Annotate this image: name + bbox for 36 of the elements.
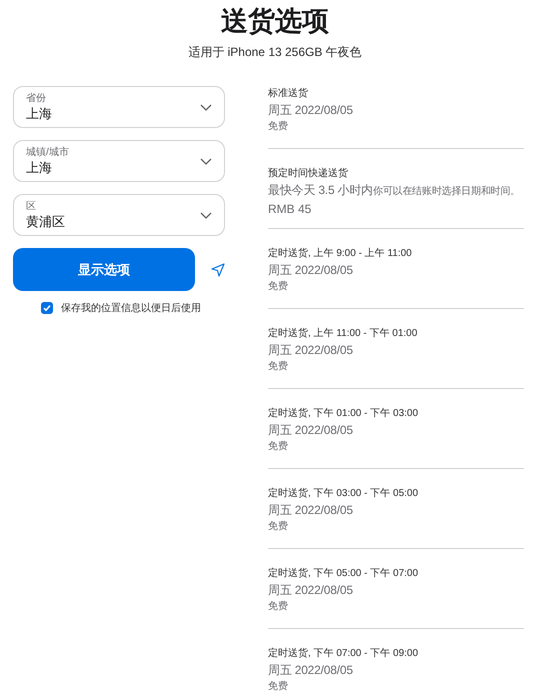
delivery-date: 周五 2022/08/05 (268, 102, 354, 119)
option-price: 免费 (268, 280, 289, 294)
option-price: 免费 (268, 360, 289, 374)
show-options-button[interactable]: 显示选项 (13, 248, 195, 291)
option-name: 定时送货, 下午 07:00 - 下午 09:00 (268, 646, 420, 661)
product-subtitle: 适用于 iPhone 13 256GB 午夜色 (187, 44, 363, 61)
option-price: 免费 (268, 520, 289, 534)
chevron-down-icon (200, 104, 212, 111)
option-name: 预定时间快递送货 (268, 166, 349, 181)
delivery-date: 周五 2022/08/05 (268, 662, 354, 679)
option-name: 定时送货, 上午 11:00 - 下午 01:00 (268, 326, 418, 341)
delivery-estimate: 最快今天 3.5 小时内你可以在结账时选择日期和时间。 (268, 182, 521, 199)
chevron-down-icon (200, 158, 212, 165)
delivery-date: 周五 2022/08/05 (268, 262, 354, 279)
delivery-date: 周五 2022/08/05 (268, 502, 354, 519)
option-name: 定时送货, 下午 03:00 - 下午 05:00 (268, 486, 420, 501)
delivery-date: 周五 2022/08/05 (268, 342, 354, 359)
page-title: 送货选项 (220, 5, 330, 38)
dropdown-field[interactable]: 省份 上海 (13, 86, 225, 128)
option-price: RMB 45 (268, 201, 312, 217)
option-price: 免费 (268, 680, 289, 694)
dropdown-field[interactable]: 城镇/城市 上海 (13, 140, 225, 182)
option-price: 免费 (268, 440, 289, 454)
chevron-down-icon (200, 212, 212, 219)
option-price: 免费 (268, 120, 289, 134)
dropdown-field[interactable]: 区 黄浦区 (13, 194, 225, 236)
checkbox-label: 保存我的位置信息以便日后使用 (61, 302, 201, 315)
option-name: 定时送货, 下午 01:00 - 下午 03:00 (268, 406, 420, 421)
checkbox[interactable] (41, 302, 53, 314)
option-name: 定时送货, 上午 9:00 - 上午 11:00 (268, 246, 413, 261)
delivery-date: 周五 2022/08/05 (268, 582, 354, 599)
location-arrow-icon[interactable] (211, 262, 225, 276)
option-name: 定时送货, 下午 05:00 - 下午 07:00 (268, 566, 420, 581)
delivery-date: 周五 2022/08/05 (268, 422, 354, 439)
option-price: 免费 (268, 600, 289, 614)
option-name: 标准送货 (268, 86, 309, 101)
